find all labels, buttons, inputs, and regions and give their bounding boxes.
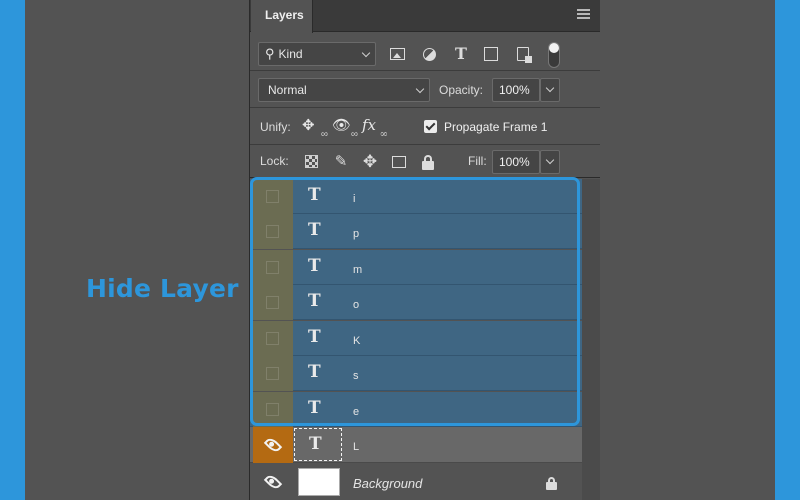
chevron-down-icon [361,48,371,58]
text-layer-icon: T [308,185,321,205]
filter-row: ⚲ Kind T [250,33,600,71]
visibility-toggle[interactable] [253,285,293,320]
filter-toggle[interactable] [548,42,560,68]
visibility-toggle[interactable] [253,392,293,427]
visibility-toggle[interactable] [253,427,293,463]
opacity-slider-button[interactable] [540,78,560,102]
unify-label: Unify: [260,120,291,134]
lock-transparent-pixels-icon[interactable] [302,153,320,171]
layer-name: e [353,406,360,418]
unify-style-icon[interactable]: fx ∞ [362,116,388,140]
layer-row[interactable]: T m [250,250,582,285]
text-layer-icon: T [308,362,321,382]
lock-icon[interactable] [546,477,557,490]
opacity-label: Opacity: [439,83,484,97]
right-border [775,0,800,500]
shape-layer-filter-icon[interactable] [482,45,500,63]
lock-position-icon[interactable]: ✥ [361,153,379,171]
text-layer-icon: T [308,291,321,311]
lock-label: Lock: [260,154,289,168]
visibility-toggle[interactable] [253,321,293,356]
eye-icon [263,472,283,492]
layers-list: T i T p T m T o T K T s T e T L Backgrou… [250,179,600,500]
visibility-toggle[interactable] [253,250,293,285]
layer-row[interactable]: T L [250,427,582,463]
panel-tab-bar: Layers [250,0,600,33]
layer-row[interactable]: T i [250,179,582,214]
text-layer-icon: T [309,434,322,454]
blend-mode-value: Normal [268,83,307,97]
propagate-frame-checkbox[interactable] [424,120,437,133]
visibility-toggle[interactable] [253,464,293,500]
layer-row[interactable]: T s [250,356,582,391]
layer-name: K [353,335,361,347]
filter-kind-label: Kind [278,47,303,61]
fill-label: Fill: [468,154,487,168]
visibility-toggle[interactable] [253,179,293,214]
layer-name: s [353,370,359,382]
unify-row: Unify: ✥ ∞ 👁 ∞ fx ∞ Propagate Frame 1 [250,109,600,145]
scrollbar[interactable] [582,179,600,500]
tab-layers[interactable]: Layers [251,0,313,33]
unify-position-icon[interactable]: ✥ ∞ [302,116,328,140]
smart-object-filter-icon[interactable] [514,45,532,63]
layer-row[interactable]: T p [250,214,582,249]
layer-row[interactable]: T e [250,392,582,427]
eye-icon [263,435,283,455]
visibility-toggle[interactable] [253,214,293,249]
fill-slider-button[interactable] [540,150,560,174]
lock-image-pixels-icon[interactable]: ✎ [332,153,350,171]
adjustment-layer-filter-icon[interactable] [420,45,438,63]
filter-kind-dropdown[interactable]: ⚲ Kind [258,42,376,66]
layer-row[interactable]: Background [250,464,582,500]
layer-name: p [353,228,360,240]
fill-input[interactable]: 100% [492,150,540,174]
type-layer-filter-icon[interactable]: T [452,45,470,63]
layer-name: Background [353,476,423,491]
search-icon: ⚲ [265,46,275,61]
text-layer-thumbnail: T [294,428,342,461]
blend-row: Normal Opacity: 100% [250,72,600,108]
background-thumbnail [298,468,340,496]
layer-name: m [353,264,363,276]
pixel-layer-filter-icon[interactable] [388,45,406,63]
lock-all-icon[interactable] [419,153,437,171]
blend-mode-dropdown[interactable]: Normal [258,78,430,102]
propagate-frame-label: Propagate Frame 1 [444,120,548,134]
text-layer-icon: T [308,327,321,347]
lock-artboard-icon[interactable] [390,153,408,171]
layer-row[interactable]: T K [250,321,582,356]
hide-layer-annotation: Hide Layer [86,274,239,303]
layer-name: o [353,299,360,311]
layer-row[interactable]: T o [250,285,582,320]
unify-visibility-icon[interactable]: 👁 ∞ [332,116,358,140]
chevron-down-icon [415,84,425,94]
text-layer-icon: T [308,220,321,240]
layers-panel: Layers ⚲ Kind T Normal Opacity: 100% Unif… [249,0,600,500]
lock-row: Lock: ✎ ✥ Fill: 100% [250,146,600,178]
layer-name: L [353,441,360,453]
left-border [0,0,25,500]
layer-name: i [353,193,356,205]
opacity-input[interactable]: 100% [492,78,540,102]
text-layer-icon: T [308,256,321,276]
hamburger-icon[interactable] [577,9,590,19]
text-layer-icon: T [308,398,321,418]
visibility-toggle[interactable] [253,356,293,391]
